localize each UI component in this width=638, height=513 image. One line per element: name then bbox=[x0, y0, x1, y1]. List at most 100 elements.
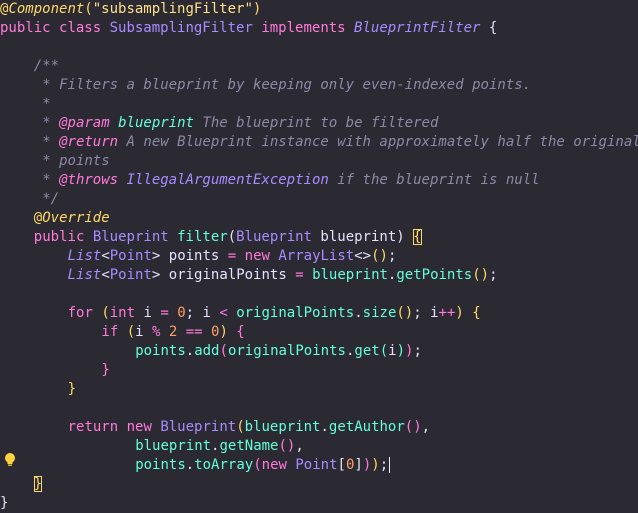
code-line[interactable]: * bbox=[33, 95, 51, 114]
code-token: ( bbox=[84, 1, 93, 17]
code-token: { bbox=[413, 229, 422, 245]
code-line[interactable]: public class SubsamplingFilter implement… bbox=[0, 19, 497, 38]
code-token: ( bbox=[101, 305, 110, 321]
code-token: filter bbox=[177, 229, 228, 245]
code-token: add bbox=[194, 343, 220, 359]
code-token: 0 bbox=[177, 305, 186, 321]
code-line[interactable]: } bbox=[101, 361, 109, 380]
code-token: points bbox=[135, 457, 186, 473]
code-line[interactable]: } bbox=[33, 475, 43, 494]
code-token: ++ bbox=[438, 305, 456, 321]
code-token: blueprint bbox=[320, 229, 397, 245]
code-token: ) bbox=[455, 305, 473, 321]
code-token: ) bbox=[252, 1, 262, 17]
code-token: { bbox=[236, 324, 245, 340]
code-token: () bbox=[396, 305, 414, 321]
code-token: BlueprintFilter bbox=[354, 20, 489, 36]
code-line[interactable]: for (int i = 0; i < originalPoints.size(… bbox=[68, 304, 481, 323]
code-token: ) bbox=[396, 343, 405, 359]
code-token: ( bbox=[253, 457, 262, 473]
code-token: new bbox=[261, 457, 296, 473]
code-token: points bbox=[135, 343, 186, 359]
code-token: ; bbox=[387, 248, 397, 264]
code-token: () bbox=[371, 248, 388, 264]
code-token: * bbox=[33, 172, 60, 188]
code-token: blueprint bbox=[244, 419, 321, 435]
code-token: Point bbox=[109, 248, 152, 264]
code-token: i bbox=[135, 324, 152, 340]
code-token: @param bbox=[59, 115, 119, 131]
code-token: } bbox=[67, 381, 77, 397]
code-token: @return bbox=[59, 134, 119, 150]
code-token: implements bbox=[261, 20, 355, 36]
code-token: () bbox=[472, 267, 490, 283]
code-token: "subsamplingFilter" bbox=[92, 1, 253, 17]
code-line[interactable]: return new Blueprint(blueprint.getAuthor… bbox=[68, 418, 430, 437]
code-token: IllegalArgumentException bbox=[126, 172, 329, 188]
code-token: [ bbox=[337, 457, 346, 473]
code-token: = bbox=[160, 305, 178, 321]
code-token: 2 bbox=[168, 324, 186, 340]
code-editor[interactable]: @Component("subsamplingFilter") public cl… bbox=[0, 0, 638, 513]
code-token: i bbox=[143, 305, 161, 321]
code-token: ( bbox=[236, 419, 245, 435]
code-line[interactable]: List<Point> points = new ArrayList<>(); bbox=[68, 247, 397, 266]
code-token: originalPoints bbox=[168, 267, 296, 283]
code-token: Blueprint bbox=[160, 419, 237, 435]
code-line[interactable]: @Component("subsamplingFilter") bbox=[0, 0, 261, 19]
code-token: Override bbox=[42, 210, 110, 226]
code-line[interactable]: /** bbox=[34, 57, 59, 76]
code-token: points bbox=[168, 248, 228, 264]
code-token: getPoints bbox=[396, 267, 473, 283]
code-token: The blueprint to be filtered bbox=[193, 115, 439, 131]
code-token: get bbox=[354, 343, 380, 359]
lightbulb-icon[interactable] bbox=[3, 452, 17, 468]
code-token: * Filters a blueprint by keeping only ev… bbox=[33, 77, 532, 93]
code-line[interactable]: List<Point> originalPoints = blueprint.g… bbox=[68, 266, 498, 285]
code-token: , bbox=[421, 419, 431, 435]
code-token: i bbox=[388, 343, 397, 359]
code-token: getName bbox=[219, 438, 279, 454]
code-line[interactable]: * @param blueprint The blueprint to be f… bbox=[34, 114, 439, 133]
code-token: Blueprint bbox=[236, 229, 321, 245]
code-token: ) bbox=[396, 229, 414, 245]
code-line[interactable]: if (i % 2 == 0) { bbox=[101, 323, 244, 342]
code-token: . bbox=[320, 419, 329, 435]
code-line[interactable]: * Filters a blueprint by keeping only ev… bbox=[34, 76, 531, 95]
code-token: ( bbox=[219, 343, 228, 359]
code-token: class bbox=[59, 20, 110, 36]
code-token: @ bbox=[33, 210, 43, 226]
code-line[interactable]: public Blueprint filter(Blueprint bluepr… bbox=[34, 228, 422, 247]
code-line[interactable]: * @return A new Blueprint instance with … bbox=[34, 133, 638, 152]
code-token: if the blueprint is null bbox=[328, 172, 540, 188]
code-line[interactable]: */ bbox=[34, 190, 59, 209]
code-line[interactable]: blueprint.getName(), bbox=[135, 437, 304, 456]
code-token: = bbox=[295, 267, 313, 283]
code-token: } bbox=[33, 476, 43, 492]
code-token: getAuthor bbox=[328, 419, 405, 435]
code-line[interactable]: } bbox=[68, 380, 76, 399]
code-token: ) bbox=[219, 324, 237, 340]
code-token: * bbox=[33, 96, 51, 112]
code-line[interactable]: @Override bbox=[34, 209, 110, 228]
code-token: ArrayList bbox=[278, 248, 355, 264]
code-token: ( bbox=[379, 343, 389, 359]
code-token: /** bbox=[33, 58, 60, 74]
code-token: } bbox=[101, 362, 110, 378]
code-token: < bbox=[101, 267, 110, 283]
code-token: ; bbox=[185, 305, 203, 321]
code-token: blueprint bbox=[312, 267, 388, 283]
code-line[interactable]: points.toArray(new Point[0])); bbox=[135, 456, 391, 475]
code-token: ; bbox=[413, 305, 431, 321]
code-token: < bbox=[219, 305, 237, 321]
code-token: public bbox=[0, 20, 60, 36]
code-line[interactable]: } bbox=[0, 494, 8, 513]
code-line[interactable]: points.add(originalPoints.get(i)); bbox=[135, 342, 422, 361]
code-token: } bbox=[0, 495, 9, 511]
code-token: == bbox=[185, 324, 211, 340]
code-line[interactable]: * @throws IllegalArgumentException if th… bbox=[33, 171, 540, 190]
text-caret bbox=[389, 457, 391, 473]
code-token: Point bbox=[109, 267, 152, 283]
code-line[interactable]: * points bbox=[34, 152, 109, 171]
code-token: if bbox=[101, 324, 127, 340]
